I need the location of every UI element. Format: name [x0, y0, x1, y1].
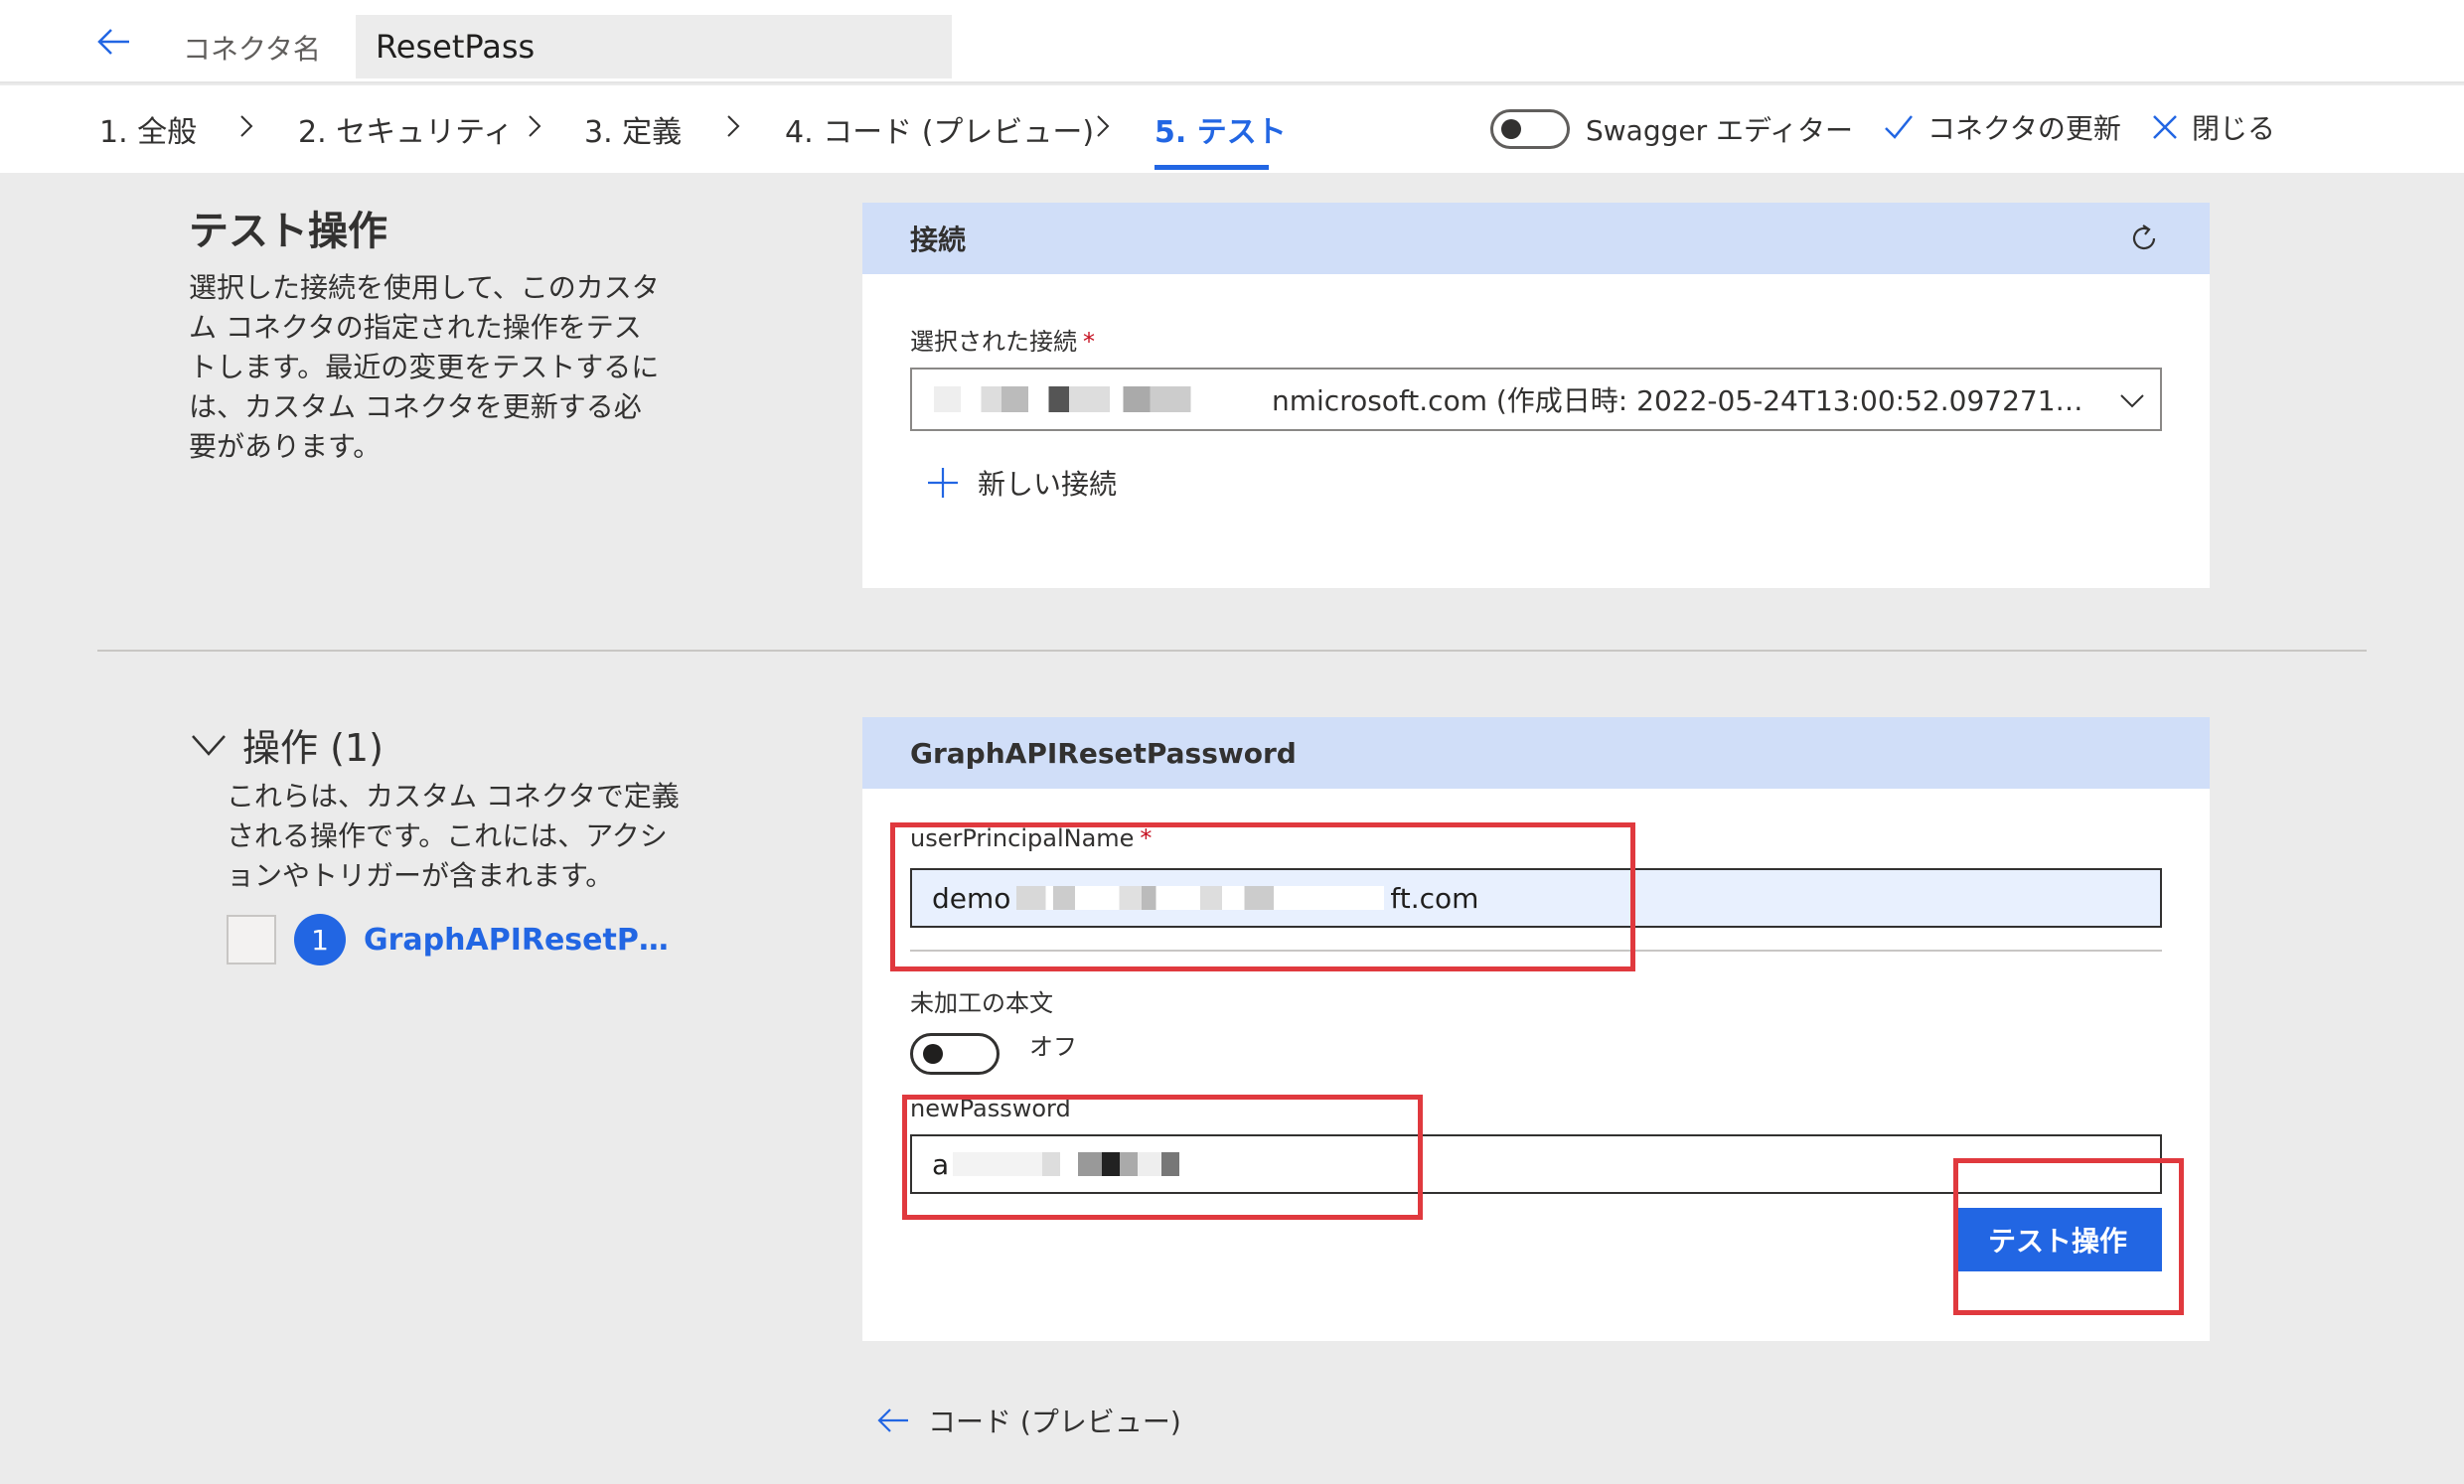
- chevron-right-icon: [727, 115, 740, 137]
- selected-connection-label: 選択された接続 *: [910, 322, 1095, 357]
- raw-body-toggle[interactable]: [910, 1033, 1000, 1075]
- step-general[interactable]: 1. 全般: [99, 107, 197, 151]
- password-value-prefix: a: [932, 1147, 950, 1181]
- chevron-down-icon: [192, 734, 226, 756]
- back-arrow-icon[interactable]: [95, 22, 135, 62]
- back-to-code-preview-label: コード (プレビュー): [928, 1406, 1181, 1438]
- upn-label-text: userPrincipalName: [910, 824, 1135, 852]
- active-step-indicator: [1155, 165, 1269, 170]
- chevron-down-icon: [2120, 394, 2144, 408]
- checkmark-icon: [1885, 115, 1913, 139]
- operations-header: 操作 (1): [242, 726, 384, 770]
- operations-collapse-toggle[interactable]: 操作 (1): [189, 717, 384, 772]
- refresh-icon[interactable]: [2126, 221, 2162, 256]
- chevron-right-icon: [1097, 115, 1110, 137]
- swagger-editor-toggle[interactable]: [1490, 109, 1570, 149]
- close-label: 閉じる: [2192, 112, 2276, 145]
- chevron-right-icon: [529, 115, 541, 137]
- test-section-description: 選択した接続を使用して、このカスタム コネクタの指定された操作をテストします。最…: [189, 271, 660, 463]
- upn-input[interactable]: demo ft.com: [910, 868, 2162, 928]
- chevron-right-icon: [240, 115, 253, 137]
- upn-label: userPrincipalName *: [910, 824, 1152, 852]
- redacted-account: [934, 386, 1272, 412]
- step-navigation: 1. 全般 2. セキュリティ 3. 定義 4. コード (プレビュー) 5. …: [0, 85, 2464, 173]
- operation-item[interactable]: 1 GraphAPIResetP…: [227, 914, 669, 965]
- connector-name-input[interactable]: [356, 15, 952, 78]
- connection-select-value: nmicrosoft.com (作成日時: 2022-05-24T13:00:5…: [1272, 384, 2083, 417]
- step-code-preview[interactable]: 4. コード (プレビュー): [785, 107, 1094, 151]
- redacted-upn: [1016, 886, 1385, 910]
- toggle-knob: [923, 1044, 943, 1064]
- field-divider: [910, 950, 2162, 952]
- connection-select[interactable]: nmicrosoft.com (作成日時: 2022-05-24T13:00:5…: [910, 368, 2162, 431]
- upn-value-prefix: demo: [932, 881, 1011, 915]
- redacted-password: [953, 1152, 1252, 1176]
- step-security[interactable]: 2. セキュリティ: [298, 107, 513, 151]
- new-connection-label: 新しい接続: [978, 468, 1118, 501]
- operation-card-title: GraphAPIResetPassword: [910, 736, 1297, 770]
- operation-card: GraphAPIResetPassword userPrincipalName *…: [862, 717, 2210, 1341]
- close-icon: [2153, 115, 2177, 139]
- upn-value-suffix: ft.com: [1390, 881, 1479, 915]
- operations-description: これらは、カスタム コネクタで定義される操作です。これには、アクションやトリガー…: [227, 780, 680, 892]
- selected-connection-label-text: 選択された接続: [910, 328, 1077, 356]
- step-definition[interactable]: 3. 定義: [584, 107, 682, 151]
- raw-body-label-text: 未加工の本文: [910, 989, 1053, 1017]
- new-password-label: newPassword: [910, 1095, 1071, 1122]
- operation-number-badge: 1: [294, 914, 346, 965]
- new-connection-button[interactable]: 新しい接続: [926, 463, 1117, 503]
- update-connector-label: コネクタの更新: [1927, 112, 2121, 145]
- connector-name-label: コネクタ名: [183, 33, 321, 66]
- test-operation-button[interactable]: テスト操作: [1953, 1208, 2162, 1271]
- connection-card: 接続 選択された接続 * nmicrosoft.com (作成日時: 2022-0…: [862, 203, 2210, 588]
- close-button[interactable]: 閉じる: [2150, 103, 2275, 151]
- new-password-input[interactable]: a: [910, 1134, 2162, 1194]
- connection-card-title: 接続: [910, 223, 967, 256]
- operation-card-header: GraphAPIResetPassword: [862, 717, 2210, 789]
- top-header: コネクタ名: [0, 0, 2464, 83]
- step-test[interactable]: 5. テスト: [1155, 107, 1287, 151]
- operation-checkbox[interactable]: [227, 915, 276, 965]
- back-arrow-icon: [877, 1409, 908, 1432]
- toggle-knob: [1501, 119, 1521, 139]
- connection-card-header: 接続: [862, 203, 2210, 274]
- operation-name[interactable]: GraphAPIResetP…: [364, 923, 669, 958]
- update-connector-button[interactable]: コネクタの更新: [1882, 103, 2121, 151]
- swagger-editor-label: Swagger エディター: [1586, 114, 1854, 147]
- raw-body-state: オフ: [1029, 1033, 1077, 1061]
- required-marker: *: [1083, 328, 1095, 356]
- required-marker: *: [1140, 824, 1153, 852]
- back-to-code-preview-link[interactable]: コード (プレビュー): [876, 1401, 1181, 1440]
- section-divider: [97, 650, 2367, 652]
- plus-icon: [928, 468, 958, 498]
- test-section-title: テスト操作: [189, 209, 387, 254]
